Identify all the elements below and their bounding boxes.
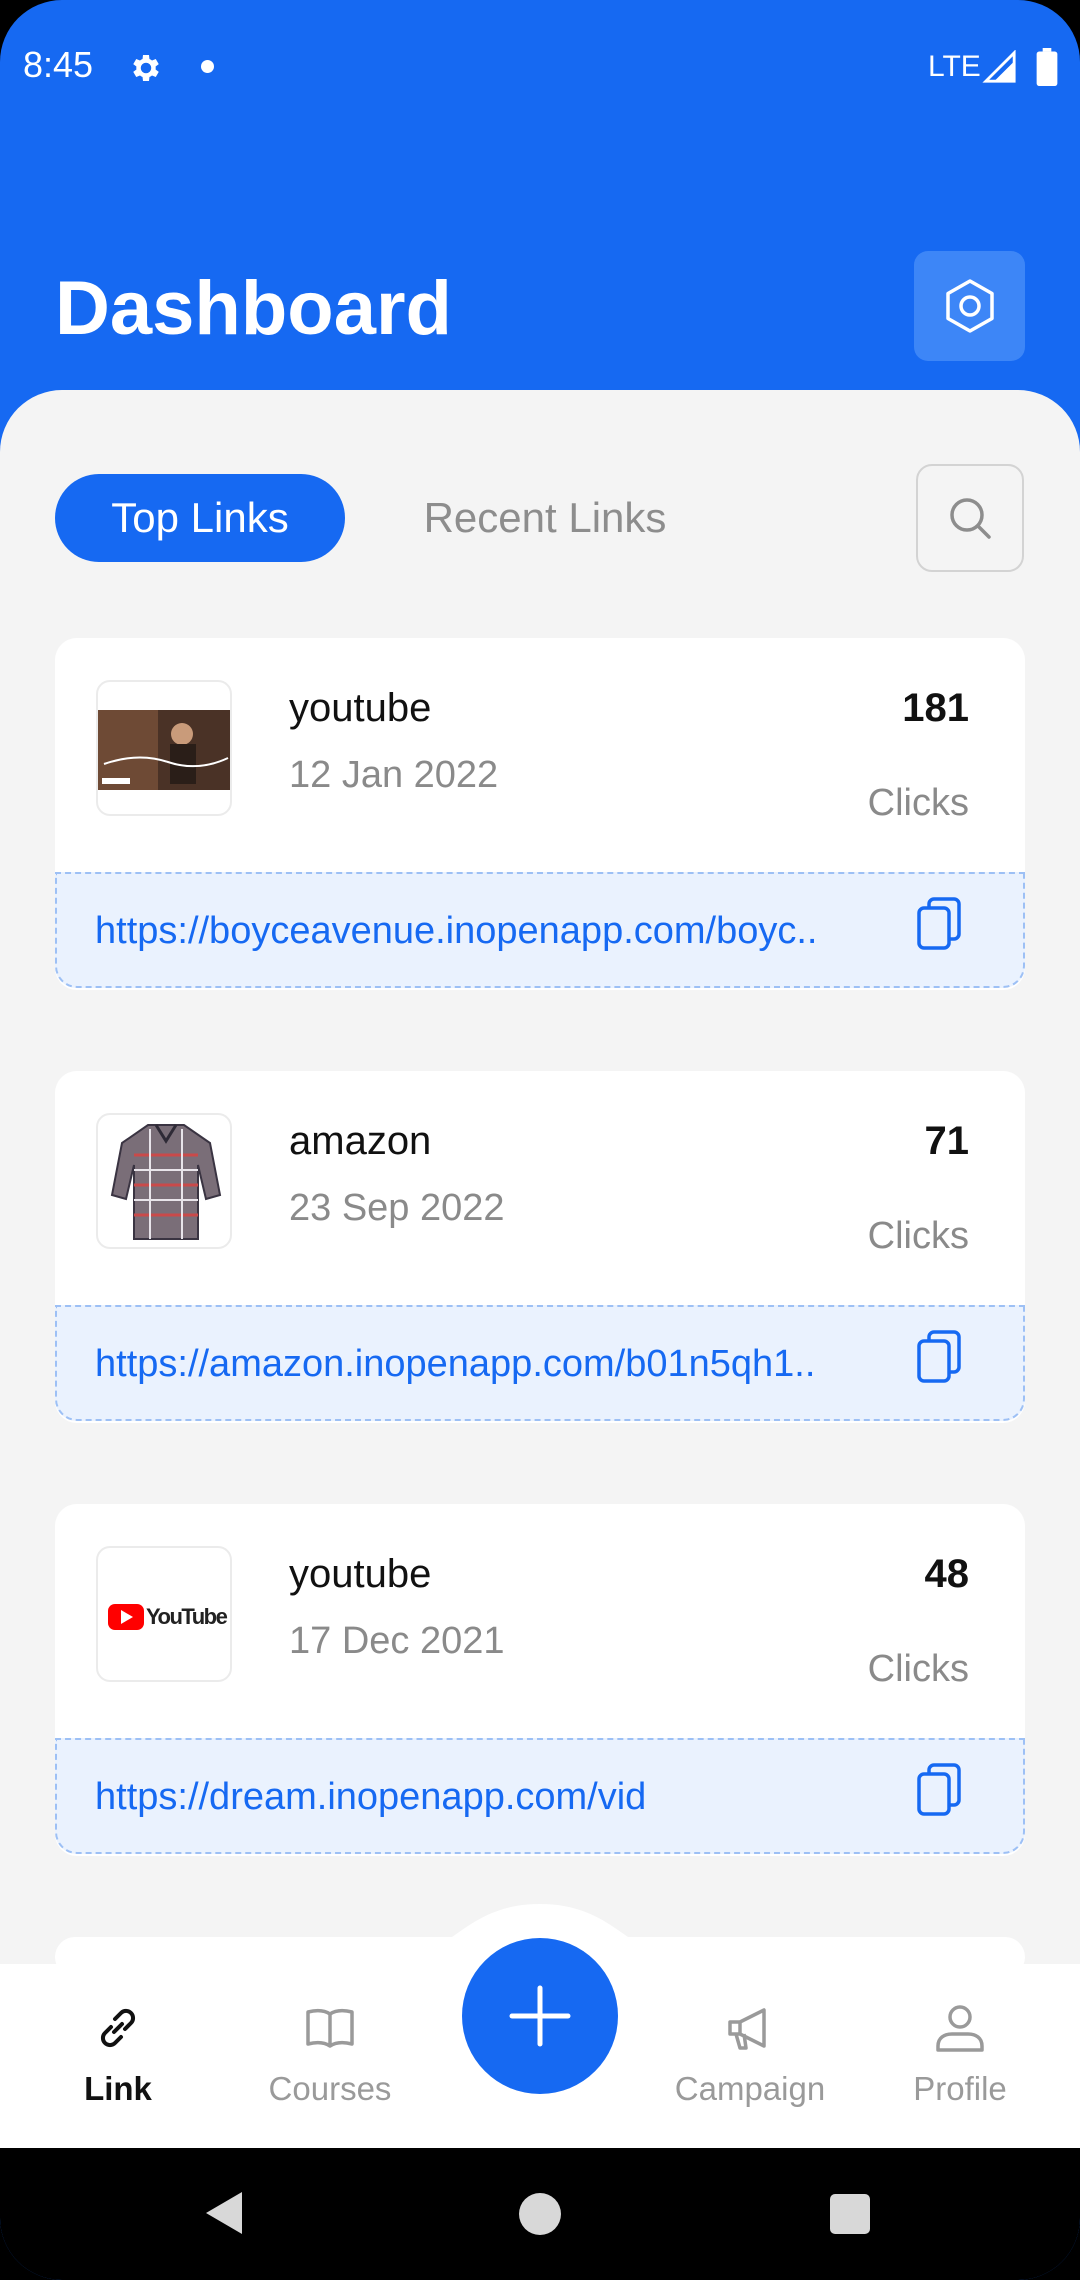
megaphone-icon [728, 2008, 766, 2050]
nav-profile-label: Profile [913, 2070, 1007, 2107]
main-content: Top Links Recent Links youtube 12 Jan 20… [0, 390, 1080, 1977]
clicks-label: Clicks [867, 1648, 969, 1690]
search-button[interactable] [916, 464, 1024, 572]
nav-link-label: Link [84, 2070, 152, 2107]
link-url-box: https://amazon.inopenapp.com/b01n5qh1.. [55, 1305, 1025, 1421]
battery-icon [1036, 48, 1058, 86]
link-date: 23 Sep 2022 [289, 1187, 505, 1229]
nav-courses-label: Courses [268, 2070, 392, 2107]
settings-status-icon [133, 54, 159, 82]
nav-profile[interactable]: Profile [860, 1964, 1060, 2148]
notification-dot-icon [201, 60, 214, 73]
back-icon[interactable] [204, 2190, 244, 2236]
video-thumbnail-image [98, 710, 230, 790]
book-icon [306, 2008, 354, 2048]
recents-icon[interactable] [830, 2194, 870, 2234]
link-title: youtube [289, 1552, 432, 1596]
clicks-label: Clicks [867, 1215, 969, 1257]
network-type: LTE [928, 50, 981, 83]
link-url[interactable]: https://dream.inopenapp.com/vid [95, 1776, 915, 1819]
link-title: amazon [289, 1119, 432, 1163]
copy-icon[interactable] [915, 1329, 967, 1387]
link-date: 17 Dec 2021 [289, 1620, 505, 1662]
nav-campaign[interactable]: Campaign [650, 1964, 850, 2148]
copy-icon[interactable] [915, 1762, 967, 1820]
link-date: 12 Jan 2022 [289, 754, 499, 796]
screen: 8:45 LTE Dashboard Top Links Recent Link… [0, 0, 1080, 2280]
tab-top-links[interactable]: Top Links [55, 474, 345, 562]
youtube-logo-text: YouTube [146, 1604, 228, 1629]
clicks-label: Clicks [867, 782, 969, 824]
nav-courses[interactable]: Courses [230, 1964, 430, 2148]
link-card[interactable]: youtube 12 Jan 2022 181 Clicks https://b… [55, 638, 1025, 990]
home-icon[interactable] [519, 2193, 561, 2235]
link-card[interactable]: amazon 23 Sep 2022 71 Clicks https://ama… [55, 1071, 1025, 1423]
youtube-logo-thumbnail: YouTube [96, 1546, 232, 1682]
signal-icon [982, 50, 1016, 83]
click-count: 71 [924, 1119, 970, 1163]
shirt-thumbnail [96, 1113, 232, 1249]
youtube-logo-icon: YouTube [108, 1604, 229, 1630]
click-count: 181 [902, 686, 969, 730]
system-navigation-bar [0, 2148, 1080, 2280]
click-count: 48 [924, 1552, 970, 1596]
link-url-box: https://boyceavenue.inopenapp.com/boyc.. [55, 872, 1025, 988]
status-time: 8:45 [23, 44, 94, 85]
tab-recent-links[interactable]: Recent Links [380, 474, 710, 562]
status-bar: 8:45 LTE [0, 0, 1080, 140]
page-title: Dashboard [55, 266, 452, 351]
link-url-box: https://dream.inopenapp.com/vid [55, 1738, 1025, 1854]
hexagon-settings-icon [945, 279, 994, 333]
link-card[interactable]: YouTube youtube 17 Dec 2021 48 Clicks ht… [55, 1504, 1025, 1856]
shirt-thumbnail-image [110, 1124, 222, 1240]
link-title: youtube [289, 686, 432, 730]
link-url[interactable]: https://boyceavenue.inopenapp.com/boyc.. [95, 910, 915, 953]
copy-icon[interactable] [915, 896, 967, 954]
video-thumbnail [96, 680, 232, 816]
nav-link[interactable]: Link [18, 1964, 218, 2148]
user-icon [936, 2005, 984, 2052]
plus-icon [509, 1985, 571, 2047]
search-icon [950, 498, 991, 539]
link-icon [100, 2008, 136, 2048]
settings-button[interactable] [914, 251, 1025, 361]
nav-campaign-label: Campaign [674, 2070, 826, 2107]
add-link-button[interactable] [462, 1938, 618, 2094]
link-url[interactable]: https://amazon.inopenapp.com/b01n5qh1.. [95, 1343, 915, 1386]
